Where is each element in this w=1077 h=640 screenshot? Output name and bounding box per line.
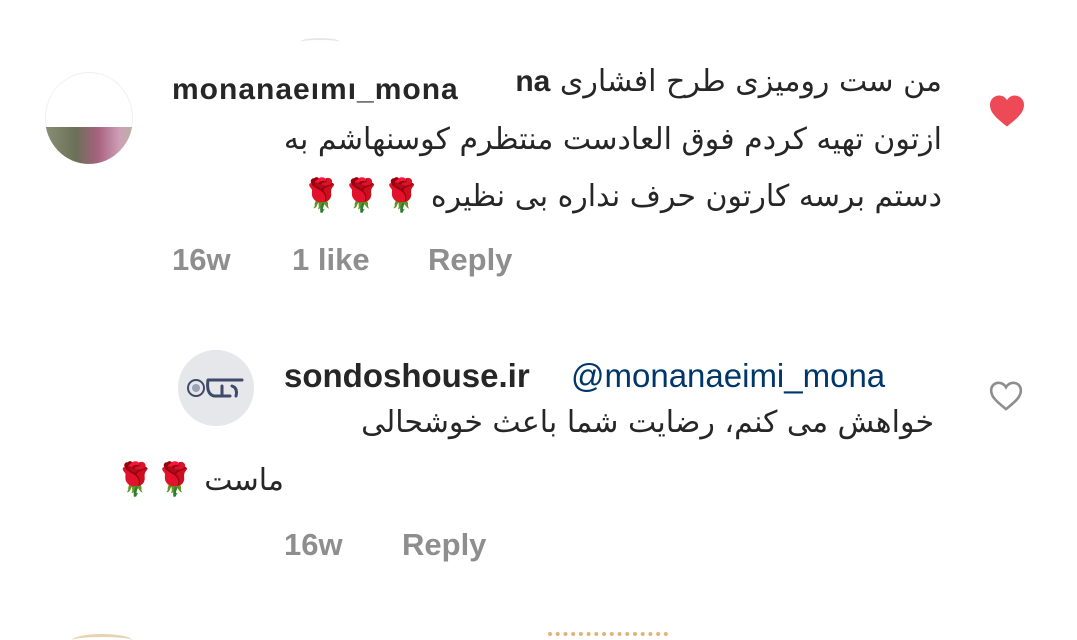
reply-mention[interactable]: @monanaeimi_mona (571, 357, 885, 395)
comment-text-line-3: دستم برسه کارتون حرف نداره بی نظیره 🌹🌹🌹 (302, 176, 942, 214)
previous-comment-fragment (300, 38, 340, 46)
heart-icon[interactable] (988, 94, 1026, 128)
comment-text-line-2: ازتون تهیه کردم فوق العادست منتظرم کوسنه… (283, 122, 942, 157)
rose-emoji: 🌹🌹 (114, 460, 195, 498)
heart-outline-icon[interactable] (988, 380, 1024, 412)
comment-timestamp: 16w (172, 242, 231, 277)
comment-text-line-1: من ست رومیزی طرح افشاری na (515, 64, 942, 99)
reply-timestamp: 16w (284, 527, 343, 562)
avatar[interactable] (45, 72, 133, 164)
rose-emoji: 🌹🌹🌹 (301, 176, 422, 214)
reply-text: ماست (204, 463, 284, 498)
reply-username[interactable]: sondoshouse.ir (284, 357, 530, 395)
comments-screen: monanaeimi_mona من ست رومیزی طرح افشاری … (0, 0, 1077, 640)
reply-text-line-2: ماست 🌹🌹 (115, 460, 284, 498)
username-tail: na (515, 65, 551, 98)
next-comment-avatar-fragment (72, 634, 132, 640)
sondos-logo (178, 350, 254, 426)
comment-text: دستم برسه کارتون حرف نداره بی نظیره (430, 179, 942, 214)
comment-text: من ست رومیزی طرح افشاری (559, 64, 942, 99)
comment-like-count[interactable]: 1 like (292, 242, 370, 278)
comment-username[interactable]: monanaeimi_mona (172, 82, 472, 103)
avatar-photo (45, 127, 133, 164)
reply-avatar[interactable] (178, 350, 254, 426)
next-comment-text-fragment (548, 632, 668, 640)
reply-button[interactable]: Reply (428, 242, 512, 278)
reply-button[interactable]: Reply (402, 527, 486, 563)
reply-text-line-1: خواهش می کنم، رضایت شما باعث خوشحالی (361, 405, 934, 440)
